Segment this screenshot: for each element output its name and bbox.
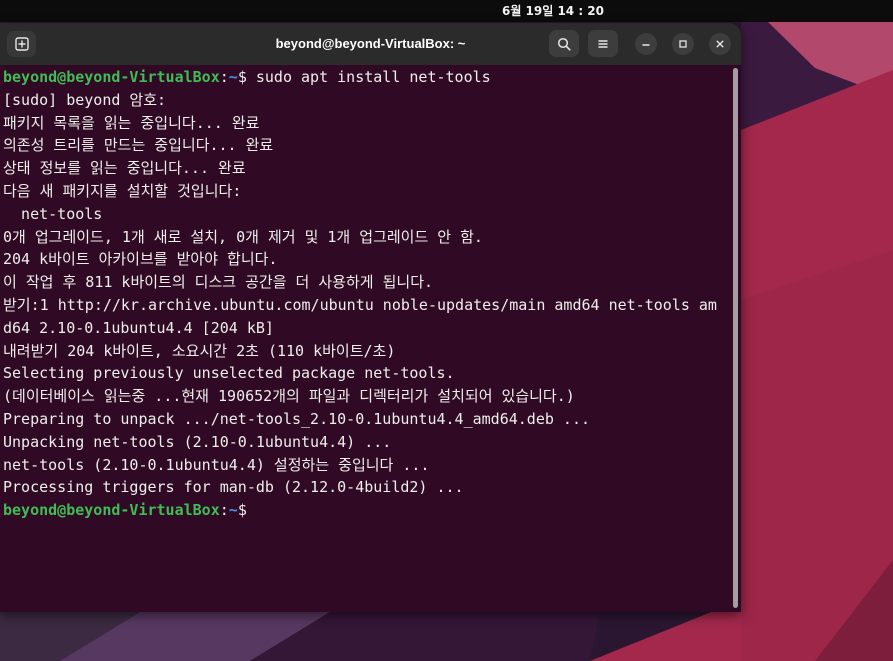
terminal-output-line: Selecting previously unselected package … bbox=[3, 364, 455, 383]
close-icon bbox=[716, 40, 724, 48]
terminal-output-line: Processing triggers for man-db (2.12.0-4… bbox=[3, 478, 464, 497]
terminal-output-line: 204 k바이트 아카이브를 받아야 합니다. bbox=[3, 250, 278, 269]
terminal-output-line: net-tools (2.10-0.1ubuntu4.4) 설정하는 중입니다 … bbox=[3, 455, 430, 474]
prompt-user-host: beyond@beyond-VirtualBox bbox=[3, 68, 220, 86]
prompt-user-host: beyond@beyond-VirtualBox bbox=[3, 501, 220, 520]
prompt-path: ~ bbox=[228, 68, 238, 86]
maximize-icon bbox=[679, 40, 687, 48]
terminal-output-line: [sudo] beyond 암호: bbox=[3, 90, 167, 109]
terminal-output-line: 상태 정보를 읽는 중입니다... 완료 bbox=[3, 159, 246, 178]
hamburger-menu-icon bbox=[598, 39, 608, 48]
maximize-button[interactable] bbox=[672, 33, 694, 55]
terminal-output-line: (데이터베이스 읽는중 ...현재 190652개의 파일과 디렉터리가 설치되… bbox=[3, 387, 575, 406]
terminal-body[interactable]: beyond@beyond-VirtualBox:~$ sudo apt inst… bbox=[0, 65, 741, 612]
minimize-icon bbox=[642, 44, 650, 46]
menu-button[interactable] bbox=[588, 30, 618, 57]
close-button[interactable] bbox=[709, 33, 731, 55]
terminal-output-line: net-tools bbox=[3, 204, 103, 223]
terminal-output-line: 받기:1 http://kr.archive.ubuntu.com/ubuntu… bbox=[3, 295, 717, 314]
search-icon bbox=[557, 37, 571, 51]
terminal-output-line: d64 2.10-0.1ubuntu4.4 [204 kB] bbox=[3, 318, 274, 337]
scrollbar[interactable] bbox=[733, 68, 738, 608]
top-panel: 6월 19일 14 : 20 bbox=[0, 0, 893, 22]
prompt-path: ~ bbox=[228, 501, 238, 520]
prompt-separator: : bbox=[219, 68, 229, 86]
window-header[interactable]: beyond@beyond-VirtualBox: ~ bbox=[0, 23, 741, 65]
terminal-prompt-line: beyond@beyond-VirtualBox:~$ bbox=[3, 499, 729, 522]
terminal-output-line: 다음 새 패키지를 설치할 것입니다: bbox=[3, 181, 242, 200]
search-button[interactable] bbox=[549, 30, 579, 57]
window-title: beyond@beyond-VirtualBox: ~ bbox=[275, 36, 466, 51]
prompt-symbol: $ bbox=[237, 68, 247, 86]
minimize-button[interactable] bbox=[635, 33, 657, 55]
clock[interactable]: 6월 19일 14 : 20 bbox=[453, 3, 653, 19]
prompt-symbol: $ bbox=[237, 501, 247, 520]
terminal-window: beyond@beyond-VirtualBox: ~ beyond@beyon… bbox=[0, 23, 741, 612]
terminal-output-line: 이 작업 후 811 k바이트의 디스크 공간을 더 사용하게 됩니다. bbox=[3, 273, 434, 292]
command-text: sudo apt install net-tools bbox=[255, 68, 491, 86]
prompt-separator: : bbox=[219, 501, 229, 520]
terminal-output-line: 패키지 목록을 읽는 중입니다... 완료 bbox=[3, 113, 260, 132]
terminal-output-line: 의존성 트리를 만드는 중입니다... 완료 bbox=[3, 136, 274, 155]
terminal-output-line: 0개 업그레이드, 1개 새로 설치, 0개 제거 및 1개 업그레이드 안 함… bbox=[3, 227, 483, 246]
terminal-prompt-line: beyond@beyond-VirtualBox:~$ sudo apt inst… bbox=[3, 66, 729, 89]
terminal-output-line: Unpacking net-tools (2.10-0.1ubuntu4.4) … bbox=[3, 432, 392, 451]
terminal-output: beyond@beyond-VirtualBox:~$ sudo apt inst… bbox=[3, 66, 729, 606]
terminal-output-line: 내려받기 204 k바이트, 소요시간 2초 (110 k바이트/초) bbox=[3, 341, 396, 360]
terminal-output-line: Preparing to unpack .../net-tools_2.10-0… bbox=[3, 409, 590, 428]
